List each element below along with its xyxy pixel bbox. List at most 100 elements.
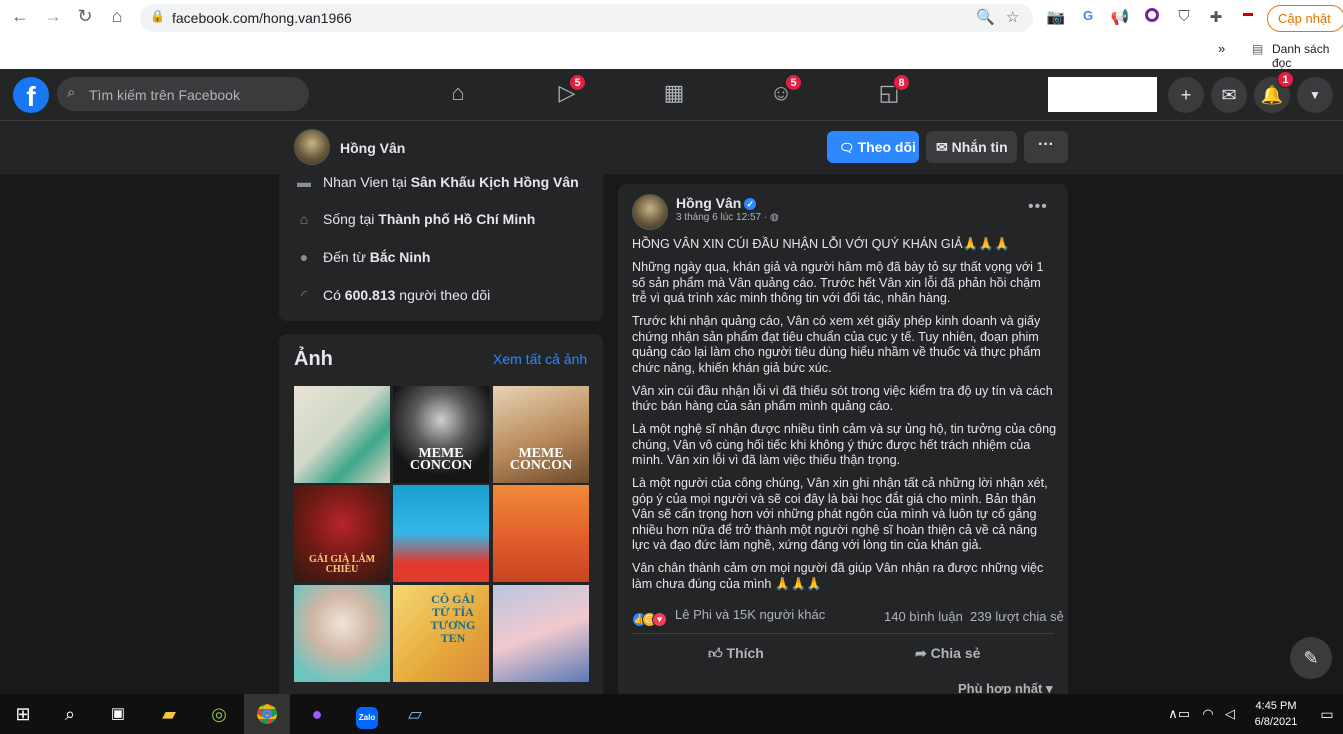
- forward-icon[interactable]: →: [41, 6, 65, 27]
- messenger-small-icon: ✉: [936, 139, 952, 155]
- photo-thumb[interactable]: GÁI GIÀ LẮM CHIÊU: [294, 485, 390, 582]
- back-icon[interactable]: ←: [8, 6, 32, 27]
- file-explorer-icon[interactable]: ▰: [146, 694, 192, 734]
- create-icon[interactable]: +: [1168, 77, 1204, 113]
- location-pin-icon: ●: [299, 249, 309, 265]
- action-center-icon[interactable]: ▭: [1312, 694, 1342, 734]
- like-label: Thích: [726, 645, 764, 661]
- post-counts: 140 bình luận 239 lượt chia sẻ: [884, 609, 1064, 624]
- marketplace-nav-icon[interactable]: ▦: [660, 80, 688, 108]
- lock-icon: 🔒: [150, 9, 165, 23]
- see-all-photos-link[interactable]: Xem tất cả ảnh: [493, 351, 587, 367]
- shares-count[interactable]: 239 lượt chia sẻ: [970, 609, 1064, 624]
- followers-prefix: Có: [323, 287, 345, 303]
- lives-place[interactable]: Thành phố Hồ Chí Minh: [378, 211, 535, 227]
- follow-button[interactable]: 🗨 Theo dõi: [827, 131, 919, 163]
- bookmark-overflow[interactable]: »: [1218, 41, 1225, 56]
- messenger-icon[interactable]: ✉: [1211, 77, 1247, 113]
- update-label: Cập nhật: [1278, 11, 1331, 26]
- post-avatar[interactable]: [632, 194, 668, 230]
- windows-taskbar: ⊞ ⌕ ▣ ▰ ◎ ● Zalo ▱ ∧ ▭ ◠ ◁ 4:45 PM 6/8/2…: [0, 694, 1343, 734]
- home-icon[interactable]: ⌂: [105, 6, 129, 27]
- update-button[interactable]: Cập nhật: [1267, 5, 1343, 32]
- post-time[interactable]: 3 tháng 6 lúc 12:57 · ◍: [676, 212, 779, 223]
- reactions-summary[interactable]: 👍☹ ♥ Lê Phi và 15K người khác: [632, 607, 825, 627]
- share-button[interactable]: ➦ Chia sẻ: [915, 645, 980, 662]
- photo-thumb[interactable]: [393, 485, 489, 582]
- volume-icon[interactable]: ◁: [1218, 694, 1242, 734]
- avatar[interactable]: [294, 129, 330, 165]
- extensions-puzzle-icon[interactable]: ✚: [1206, 8, 1226, 26]
- post-paragraph: HỒNG VÂN XIN CÚI ĐẦU NHẬN LỖI VỚI QUÝ KH…: [632, 237, 1010, 251]
- pocket-icon[interactable]: ⛉: [1174, 8, 1194, 25]
- search-input[interactable]: ⌕ Tìm kiếm trên Facebook: [57, 77, 309, 111]
- battery-icon[interactable]: ▭: [1172, 694, 1196, 734]
- chrome-taskbar-icon[interactable]: [244, 694, 290, 734]
- post-author[interactable]: Hồng Vân ✓: [676, 195, 757, 211]
- bookmark-star-icon[interactable]: ☆: [1006, 8, 1019, 26]
- profile-shortcut[interactable]: [1048, 77, 1157, 112]
- taskbar-search-icon[interactable]: ⌕: [47, 694, 93, 734]
- post-paragraph: Những ngày qua, khán giả và người hâm mộ…: [632, 260, 1044, 305]
- zoom-icon[interactable]: 🔍: [976, 8, 995, 26]
- post-card: Hồng Vân ✓ 3 tháng 6 lúc 12:57 · ◍ ••• HỒ…: [618, 184, 1068, 696]
- profile-more-button[interactable]: ···: [1024, 131, 1068, 163]
- profile-name[interactable]: Hồng Vân: [340, 140, 405, 156]
- photo-thumb[interactable]: [493, 585, 589, 682]
- photos-title: Ảnh: [294, 348, 333, 370]
- messenger-taskbar-icon[interactable]: ●: [294, 694, 340, 734]
- photos-card: Ảnh Xem tất cả ảnh MEME CONCON MEME CONC…: [279, 334, 603, 694]
- notes-taskbar-icon[interactable]: ▱: [392, 694, 438, 734]
- lives-prefix: Sống tại: [323, 211, 379, 227]
- intro-lives: ⌂ Sống tại Thành phố Hồ Chí Minh: [294, 211, 536, 227]
- wifi-icon[interactable]: ◠: [1196, 694, 1220, 734]
- work-place[interactable]: Sân Khấu Kịch Hồng Vân: [411, 174, 579, 190]
- follow-label: Theo dõi: [857, 139, 916, 155]
- like-button[interactable]: 👍︎ Thích: [708, 645, 764, 662]
- system-clock[interactable]: 4:45 PM 6/8/2021: [1248, 698, 1304, 730]
- post-paragraph: Là một người của công chúng, Vân xin ghi…: [632, 476, 1048, 552]
- account-menu-icon[interactable]: ▼: [1297, 77, 1333, 113]
- camera-icon[interactable]: 📷: [1046, 8, 1066, 26]
- gaming-badge: 8: [893, 74, 910, 91]
- message-label: Nhắn tin: [951, 139, 1008, 155]
- thumbs-up-icon: 👍︎: [708, 645, 727, 661]
- watch-badge: 5: [569, 74, 586, 91]
- reading-list-link[interactable]: Danh sách đọc: [1272, 42, 1343, 70]
- comments-count[interactable]: 140 bình luận: [884, 609, 963, 624]
- flag-ext-icon[interactable]: ▬: [1238, 8, 1258, 19]
- photo-thumb[interactable]: MEME CONCON: [393, 386, 489, 483]
- reload-icon[interactable]: ↻: [73, 6, 97, 27]
- rss-icon: ◜: [301, 287, 307, 303]
- bookmarks-bar: » ▤ Danh sách đọc: [0, 36, 1343, 70]
- love-reaction-icon: ♥: [652, 612, 667, 627]
- post-options-button[interactable]: •••: [1028, 198, 1048, 216]
- photo-thumb[interactable]: CÔ GÁI TỪ TÍA TƯƠNG TEN: [393, 585, 489, 682]
- app-icon[interactable]: ◎: [196, 694, 242, 734]
- facebook-logo[interactable]: f: [13, 77, 49, 113]
- browser-chrome: ← → ↻ ⌂ 🔒 facebook.com/hong.van1966 🔍 ☆ …: [0, 0, 1343, 70]
- post-paragraph: Trước khi nhận quảng cáo, Vân có xem xét…: [632, 314, 1041, 375]
- post-body: HỒNG VÂN XIN CÚI ĐẦU NHẬN LỖI VỚI QUÝ KH…: [632, 237, 1057, 600]
- chrome-ext-icon[interactable]: [1142, 8, 1162, 26]
- zalo-taskbar-icon[interactable]: Zalo: [344, 694, 390, 734]
- translate-icon[interactable]: G: [1078, 8, 1098, 23]
- message-button[interactable]: ✉ Nhắn tin: [926, 131, 1017, 163]
- intro-from: ● Đến từ Bắc Ninh: [294, 249, 431, 265]
- reactions-text: Lê Phi và 15K người khác: [675, 607, 826, 622]
- new-message-icon[interactable]: ✎: [1290, 637, 1332, 679]
- windows-start-icon[interactable]: ⊞: [0, 694, 46, 734]
- photo-thumb[interactable]: [294, 585, 390, 682]
- megaphone-icon[interactable]: 📢: [1110, 8, 1130, 26]
- clock-time: 4:45 PM: [1255, 700, 1297, 712]
- task-view-icon[interactable]: ▣: [95, 694, 141, 734]
- globe-icon: ◍: [769, 212, 779, 223]
- followers-count[interactable]: 600.813: [345, 287, 396, 303]
- photo-thumb[interactable]: [493, 485, 589, 582]
- profile-header-strip: [0, 121, 1343, 174]
- from-place[interactable]: Bắc Ninh: [370, 249, 431, 265]
- address-bar[interactable]: 🔒 facebook.com/hong.van1966 🔍 ☆: [140, 4, 1033, 32]
- home-nav-icon[interactable]: ⌂: [444, 80, 472, 108]
- photo-thumb[interactable]: [294, 386, 390, 483]
- photo-thumb[interactable]: MEME CONCON: [493, 386, 589, 483]
